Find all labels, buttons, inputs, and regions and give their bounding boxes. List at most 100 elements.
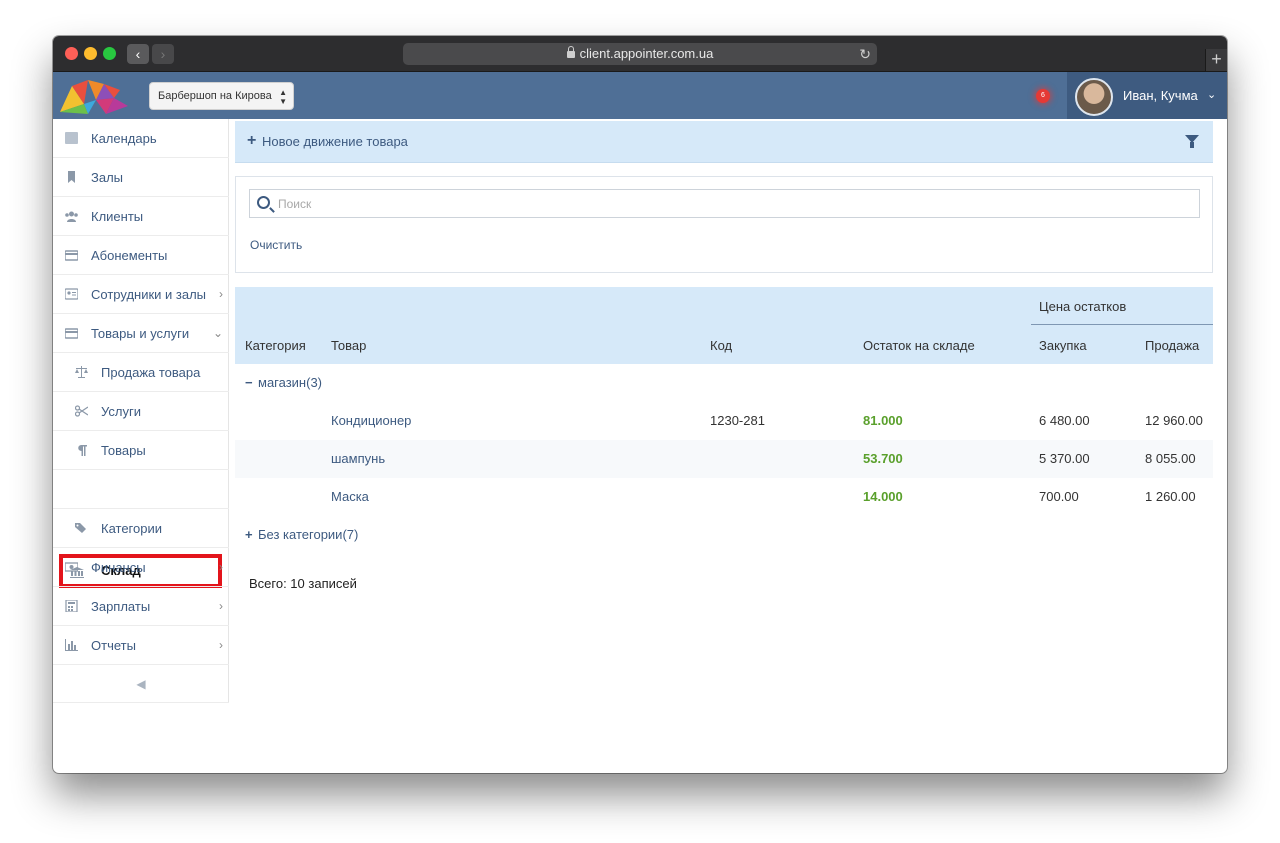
avatar [1075,78,1113,116]
sidebar-item-label: Клиенты [91,209,144,224]
sidebar-item-finance[interactable]: Финансы › [53,548,229,587]
sidebar-item-label: Товары [101,443,146,458]
select-arrows-icon: ▲ ▼ [279,88,287,106]
sidebar-item-label: Календарь [91,131,157,146]
sidebar-item-label: Зарплаты [91,599,151,614]
sidebar-item-categories[interactable]: Категории [53,509,229,548]
address-bar[interactable]: client.appointer.com.ua ↻ [403,43,877,65]
bar-chart-icon [65,639,78,651]
sidebar-item-label: Продажа товара [101,365,201,380]
stock-value: 81.000 [863,413,903,428]
sidebar-item-product-sale[interactable]: Продажа товара [53,353,229,392]
column-header-category[interactable]: Категория [245,338,306,353]
sidebar-item-label: Категории [101,521,162,536]
sidebar-item-subscriptions[interactable]: Абонементы [53,236,229,275]
sidebar-item-halls[interactable]: Залы [53,158,229,197]
action-bar: + Новое движение товара [235,121,1213,163]
card-icon [65,328,78,339]
table-row[interactable]: шампунь 53.700 5 370.00 8 055.00 [235,440,1213,478]
minimize-window-button[interactable] [84,47,97,60]
back-button[interactable]: ‹ [127,44,149,64]
url-text: client.appointer.com.ua [579,46,714,61]
browser-titlebar: ‹ › client.appointer.com.ua ↻ + [53,36,1227,72]
close-window-button[interactable] [65,47,78,60]
group-label[interactable]: магазин(3) [258,364,322,402]
sidebar-item-label: Абонементы [91,248,168,263]
app-header: Барбершоп на Кирова ▲ ▼ 6 Иван, Кучма ⌄ [53,72,1227,119]
column-header-code[interactable]: Код [710,338,732,353]
purchase-value: 700.00 [1039,489,1079,504]
stock-value: 53.700 [863,451,903,466]
sidebar-item-services[interactable]: Услуги [53,392,229,431]
lock-icon [566,46,575,58]
sidebar-item-staff[interactable]: Сотрудники и залы › [53,275,229,314]
scales-icon [75,366,88,378]
chevron-down-icon: ⌄ [1207,89,1217,101]
total-records: Всего: 10 записей [249,576,357,591]
sidebar-item-label: Залы [91,170,124,185]
sidebar-item-label: Услуги [101,404,141,419]
new-tab-button[interactable]: + [1205,49,1227,71]
chevron-right-icon: › [219,599,223,613]
users-icon [65,211,78,222]
sale-value: 8 055.00 [1145,451,1196,466]
user-menu[interactable]: Иван, Кучма ⌄ [1067,72,1227,119]
branch-select[interactable]: Барбершоп на Кирова ▲ ▼ [149,82,294,110]
plus-icon: + [247,132,257,149]
maximize-window-button[interactable] [103,47,116,60]
table-header: Категория Товар Код Остаток на складе Це… [235,287,1213,364]
sidebar-item-label: Отчеты [91,638,136,653]
expand-toggle-icon[interactable]: + [245,516,253,554]
app-logo[interactable] [58,76,130,116]
sidebar-item-goods[interactable]: Товары [53,431,229,470]
column-header-stock[interactable]: Остаток на складе [863,338,975,353]
chevron-right-icon: › [160,46,166,62]
table-row[interactable]: Маска 14.000 700.00 1 260.00 [235,478,1213,516]
table-row[interactable]: Кондиционер 1230-281 81.000 6 480.00 12 … [235,402,1213,440]
collapse-icon: ◀ [136,677,146,691]
sidebar-collapse-button[interactable]: ◀ [53,665,229,703]
sidebar-item-salaries[interactable]: Зарплаты › [53,587,229,626]
purchase-value: 6 480.00 [1039,413,1090,428]
column-header-purchase[interactable]: Закупка [1039,338,1087,353]
sidebar-item-warehouse-row [53,470,229,509]
group-row-shop[interactable]: − магазин(3) [235,364,1213,402]
sidebar-item-calendar[interactable]: Календарь [53,119,229,158]
branch-select-value: Барбершоп на Кирова [158,90,272,102]
sale-value: 1 260.00 [1145,489,1196,504]
new-movement-button[interactable]: Новое движение товара [262,121,408,163]
forward-button[interactable]: › [152,44,174,64]
chevron-right-icon: › [219,560,223,574]
product-name[interactable]: Кондиционер [331,402,411,440]
sidebar-item-clients[interactable]: Клиенты [53,197,229,236]
id-card-icon [65,288,78,300]
chevron-left-icon: ‹ [135,46,141,62]
sidebar-item-goods-services[interactable]: Товары и услуги ⌄ [53,314,229,353]
search-panel: Очистить [235,176,1213,273]
purchase-value: 5 370.00 [1039,451,1090,466]
paragraph-icon [78,445,87,456]
column-header-product[interactable]: Товар [331,338,366,353]
sidebar: Календарь Залы Клиенты Абонементы Сотруд… [53,119,229,703]
stock-value: 14.000 [863,489,903,504]
column-group-price-label: Цена остатков [1039,299,1127,314]
calculator-icon [65,600,78,612]
group-label[interactable]: Без категории(7) [258,516,358,554]
product-name[interactable]: Маска [331,478,369,516]
sidebar-item-label: Финансы [91,560,146,575]
reload-icon[interactable]: ↻ [859,43,871,65]
calendar-icon [65,132,78,144]
sidebar-item-reports[interactable]: Отчеты › [53,626,229,665]
column-header-sale[interactable]: Продажа [1145,338,1199,353]
clear-search-link[interactable]: Очистить [250,238,302,252]
search-input[interactable] [278,190,1178,217]
chevron-right-icon: › [219,287,223,301]
card-icon [65,250,78,261]
chevron-down-icon: ⌄ [212,326,223,340]
filter-icon[interactable] [1185,135,1199,148]
collapse-toggle-icon[interactable]: − [245,364,253,402]
notification-badge[interactable]: 6 [1036,89,1050,103]
scissors-icon [75,405,88,417]
group-row-uncategorized[interactable]: + Без категории(7) [235,516,1213,554]
product-name[interactable]: шампунь [331,440,385,478]
